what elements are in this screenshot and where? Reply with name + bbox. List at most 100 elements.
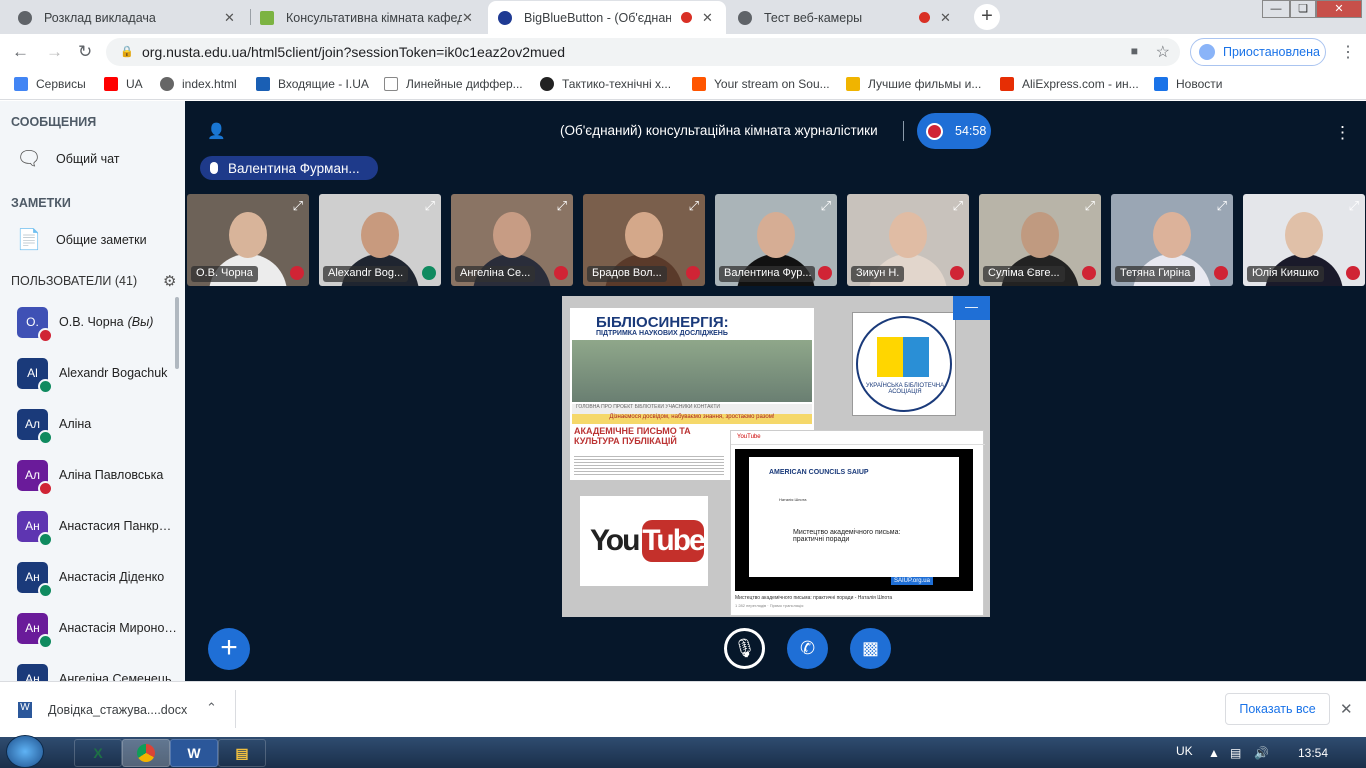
- close-tab-icon[interactable]: ✕: [224, 10, 238, 26]
- forward-icon[interactable]: →: [46, 42, 63, 62]
- camera-in-use-icon[interactable]: ■: [1131, 44, 1138, 58]
- fullscreen-icon[interactable]: ⛶: [966, 595, 977, 612]
- chrome-taskbar-button[interactable]: [122, 739, 170, 767]
- user-list-item[interactable]: Ан Анастасія Миронова: [17, 611, 177, 649]
- webcam-name-label[interactable]: Суліма Євге...: [983, 266, 1065, 282]
- gear-icon[interactable]: ⚙: [163, 272, 176, 290]
- language-indicator[interactable]: UK: [1176, 744, 1193, 758]
- webcam-tile[interactable]: ⤢ Alexandr Bog...: [319, 194, 441, 286]
- title-divider: [903, 121, 904, 141]
- close-tab-icon[interactable]: ✕: [462, 10, 476, 26]
- bookmark-item[interactable]: Новости: [1154, 77, 1222, 91]
- headphones-icon: [422, 266, 436, 280]
- clock[interactable]: 13:54: [1298, 746, 1328, 760]
- bookmark-label: index.html: [182, 77, 237, 91]
- user-list-toggle-icon[interactable]: 👤: [207, 122, 226, 140]
- recording-button[interactable]: 54:58: [917, 113, 991, 149]
- expand-icon[interactable]: ⤢: [1085, 198, 1095, 214]
- tab-consult-room[interactable]: Консультативна кімната кафедр ✕: [250, 1, 486, 34]
- tab-schedule[interactable]: Розклад викладача ✕: [8, 1, 248, 34]
- close-window-button[interactable]: ✕: [1316, 0, 1362, 18]
- bookmark-item[interactable]: index.html: [160, 77, 237, 91]
- webcam-tile[interactable]: ⤢ Тетяна Гиріна: [1111, 194, 1233, 286]
- webcam-tile[interactable]: ⤢ Брадов Вол...: [583, 194, 705, 286]
- user-list-item[interactable]: О. О.В. Чорна (Вы): [17, 305, 177, 343]
- bookmark-star-icon[interactable]: ☆: [1156, 42, 1170, 62]
- avatar-initials: Ан: [25, 519, 40, 533]
- reload-icon[interactable]: ↻: [78, 42, 92, 62]
- public-chat-item[interactable]: 🗨 Общий чат: [16, 146, 119, 171]
- tab-webcam-test[interactable]: Тест веб-камеры ✕: [728, 1, 964, 34]
- webcam-tile[interactable]: ⤢ Зикун Н.: [847, 194, 969, 286]
- expand-icon[interactable]: ⤢: [1349, 198, 1359, 214]
- user-list-item[interactable]: Ал Аліна Павловська: [17, 458, 177, 496]
- chevron-up-icon[interactable]: ⌃: [206, 700, 217, 716]
- download-item[interactable]: W Довідка_стажува....docx: [18, 702, 187, 718]
- options-menu-icon[interactable]: ⋮: [1334, 123, 1351, 143]
- webcam-name-label[interactable]: Валентина Фур...: [719, 266, 815, 282]
- user-list-item[interactable]: Al Alexandr Bogachuk: [17, 356, 177, 394]
- webcam-name-label[interactable]: Alexandr Bog...: [323, 266, 409, 282]
- close-tab-icon[interactable]: ✕: [702, 10, 716, 26]
- bookmark-item[interactable]: Сервисы: [14, 77, 86, 91]
- expand-icon[interactable]: ⤢: [293, 198, 303, 214]
- user-list-item[interactable]: Ан Анастасия Панкратова: [17, 509, 177, 547]
- webcam-tile[interactable]: ⤢ О.В. Чорна: [187, 194, 309, 286]
- webcam-tile[interactable]: ⤢ Юлія Кияшко: [1243, 194, 1365, 286]
- tab-bigbluebutton[interactable]: BigBlueButton - (Об'єднаний ✕: [488, 1, 726, 34]
- webcam-tile[interactable]: ⤢ Суліма Євге...: [979, 194, 1101, 286]
- share-webcam-button[interactable]: ▩: [850, 628, 891, 669]
- talking-indicator[interactable]: Валентина Фурман...: [200, 156, 378, 180]
- webcam-tile[interactable]: ⤢ Валентина Фур...: [715, 194, 837, 286]
- webcam-name-label[interactable]: Зикун Н.: [851, 266, 905, 282]
- bookmark-item[interactable]: Лучшие фильмы и...: [846, 77, 981, 91]
- bookmark-item[interactable]: Линейные диффер...: [384, 77, 523, 91]
- browser-menu-icon[interactable]: ⋮: [1340, 42, 1356, 62]
- user-list-item[interactable]: Ан Анастасія Діденко: [17, 560, 177, 598]
- word-taskbar-button[interactable]: W: [170, 739, 218, 767]
- record-icon: [926, 122, 943, 140]
- webcam-name-label[interactable]: Юлія Кияшко: [1247, 266, 1324, 282]
- bookmark-item[interactable]: Входящие - I.UA: [256, 77, 369, 91]
- new-tab-button[interactable]: +: [974, 4, 1000, 30]
- webcam-name-label[interactable]: О.В. Чорна: [191, 266, 258, 282]
- expand-icon[interactable]: ⤢: [953, 198, 963, 214]
- back-icon[interactable]: ←: [12, 42, 29, 62]
- bookmark-item[interactable]: Тактико-технічні х...: [540, 77, 671, 91]
- explorer-taskbar-button[interactable]: ▤: [218, 739, 266, 767]
- bookmark-item[interactable]: AliExpress.com - ин...: [1000, 77, 1139, 91]
- url-text[interactable]: org.nusta.edu.ua/html5client/join?sessio…: [142, 44, 565, 60]
- webcam-name-label[interactable]: Ангеліна Се...: [455, 266, 536, 282]
- minimize-window-button[interactable]: —: [1262, 0, 1290, 18]
- leave-audio-button[interactable]: ✆: [787, 628, 828, 669]
- webcam-name-label[interactable]: Брадов Вол...: [587, 266, 667, 282]
- windows-start-button[interactable]: [6, 735, 44, 768]
- maximize-window-button[interactable]: ❏: [1290, 0, 1316, 18]
- expand-icon[interactable]: ⤢: [689, 198, 699, 214]
- minimize-presentation-button[interactable]: —: [953, 296, 990, 320]
- expand-icon[interactable]: ⤢: [557, 198, 567, 214]
- volume-icon[interactable]: 🔊: [1254, 746, 1269, 760]
- webcam-tile[interactable]: ⤢ Ангеліна Се...: [451, 194, 573, 286]
- profile-button[interactable]: Приостановлена: [1190, 38, 1326, 66]
- show-all-downloads-button[interactable]: Показать все: [1225, 693, 1330, 725]
- close-icon[interactable]: ✕: [1340, 700, 1353, 718]
- network-icon[interactable]: ▤: [1230, 746, 1241, 760]
- close-tab-icon[interactable]: ✕: [940, 10, 954, 26]
- bookmark-item[interactable]: Your stream on Sou...: [692, 77, 830, 91]
- actions-plus-button[interactable]: +: [208, 628, 250, 670]
- shared-notes-item[interactable]: 📄 Общие заметки: [16, 227, 147, 252]
- mute-microphone-button[interactable]: 🎙: [724, 628, 765, 669]
- user-list-item[interactable]: Ал Аліна: [17, 407, 177, 445]
- webcam-name-label[interactable]: Тетяна Гиріна: [1115, 266, 1196, 282]
- url-bar[interactable]: 🔒 org.nusta.edu.ua/html5client/join?sess…: [106, 38, 1180, 66]
- participant-face: [1153, 212, 1191, 258]
- expand-icon[interactable]: ⤢: [425, 198, 435, 214]
- expand-icon[interactable]: ⤢: [821, 198, 831, 214]
- excel-taskbar-button[interactable]: X: [74, 739, 122, 767]
- avatar-initials: Ал: [24, 417, 40, 431]
- bookmark-item[interactable]: UA: [104, 77, 143, 91]
- youtube-video-screenshot: YouTube AMERICAN COUNCILS SAIUP Наталія …: [730, 430, 985, 616]
- tray-arrow-icon[interactable]: ▲: [1208, 746, 1220, 760]
- expand-icon[interactable]: ⤢: [1217, 198, 1227, 214]
